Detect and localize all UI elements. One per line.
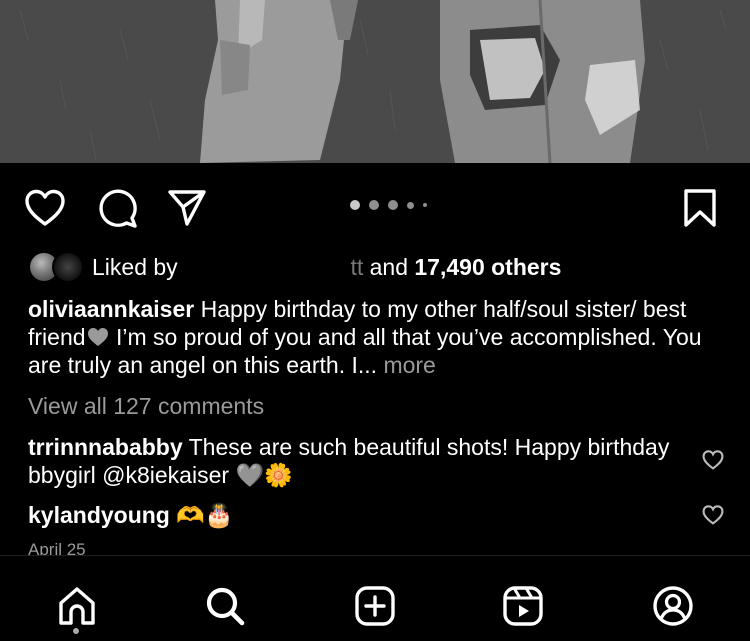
likes-text: Liked by tt and 17,490 others: [92, 254, 561, 281]
grey-heart-icon: [87, 328, 108, 346]
active-tab-indicator: [73, 628, 79, 634]
liked-and: and: [369, 253, 408, 280]
caption-username[interactable]: oliviaannkaiser: [28, 296, 194, 322]
tab-create[interactable]: [350, 581, 400, 631]
carousel-dot: [423, 203, 427, 207]
tab-reels[interactable]: [498, 581, 548, 631]
view-all-comments-link[interactable]: View all 127 comments: [28, 393, 264, 420]
tab-home[interactable]: [52, 581, 102, 631]
reels-icon: [503, 586, 543, 626]
home-icon: [59, 587, 95, 625]
comment-row: kylandyoung 🫶🎂: [28, 501, 678, 529]
send-icon[interactable]: [164, 185, 210, 231]
profile-icon: [653, 586, 693, 626]
comment-username[interactable]: trrinnnababby: [28, 434, 183, 460]
carousel-dot-active: [350, 200, 360, 210]
caption-more-link[interactable]: more: [383, 352, 435, 378]
liker-avatars: [28, 251, 84, 283]
comment-emoji: 🩶🌼: [235, 462, 293, 488]
comment-like-heart-icon[interactable]: [702, 505, 724, 530]
likes-row[interactable]: Liked by tt and 17,490 others: [28, 250, 561, 284]
caption-text-part2: I’m so proud of you and all that you’ve …: [28, 324, 702, 378]
carousel-dot: [407, 201, 414, 209]
tab-search[interactable]: [200, 581, 250, 631]
search-icon: [206, 587, 245, 626]
comment-username[interactable]: kylandyoung: [28, 502, 170, 528]
comment-icon[interactable]: [95, 185, 141, 231]
avatar: [52, 251, 84, 283]
liked-by-prefix: Liked by: [92, 253, 178, 280]
likes-count[interactable]: 17,490 others: [414, 254, 561, 280]
plus-square-icon: [355, 586, 395, 626]
post-photo[interactable]: [0, 0, 750, 163]
post-caption: oliviaannkaiser Happy birthday to my oth…: [28, 295, 718, 379]
carousel-dot: [388, 200, 398, 210]
redacted-fragment: tt: [350, 253, 364, 280]
comment-emoji: 🫶🎂: [176, 502, 234, 528]
heart-icon[interactable]: [22, 185, 68, 231]
carousel-dot: [369, 200, 379, 210]
carousel-indicator: [350, 200, 427, 210]
bookmark-icon[interactable]: [678, 185, 722, 231]
redacted-username: [184, 258, 345, 279]
bottom-tab-bar: [0, 555, 750, 641]
tab-profile[interactable]: [648, 581, 698, 631]
comment-row: trrinnnababby These are such beautiful s…: [28, 433, 678, 489]
comment-like-heart-icon[interactable]: [702, 450, 724, 475]
